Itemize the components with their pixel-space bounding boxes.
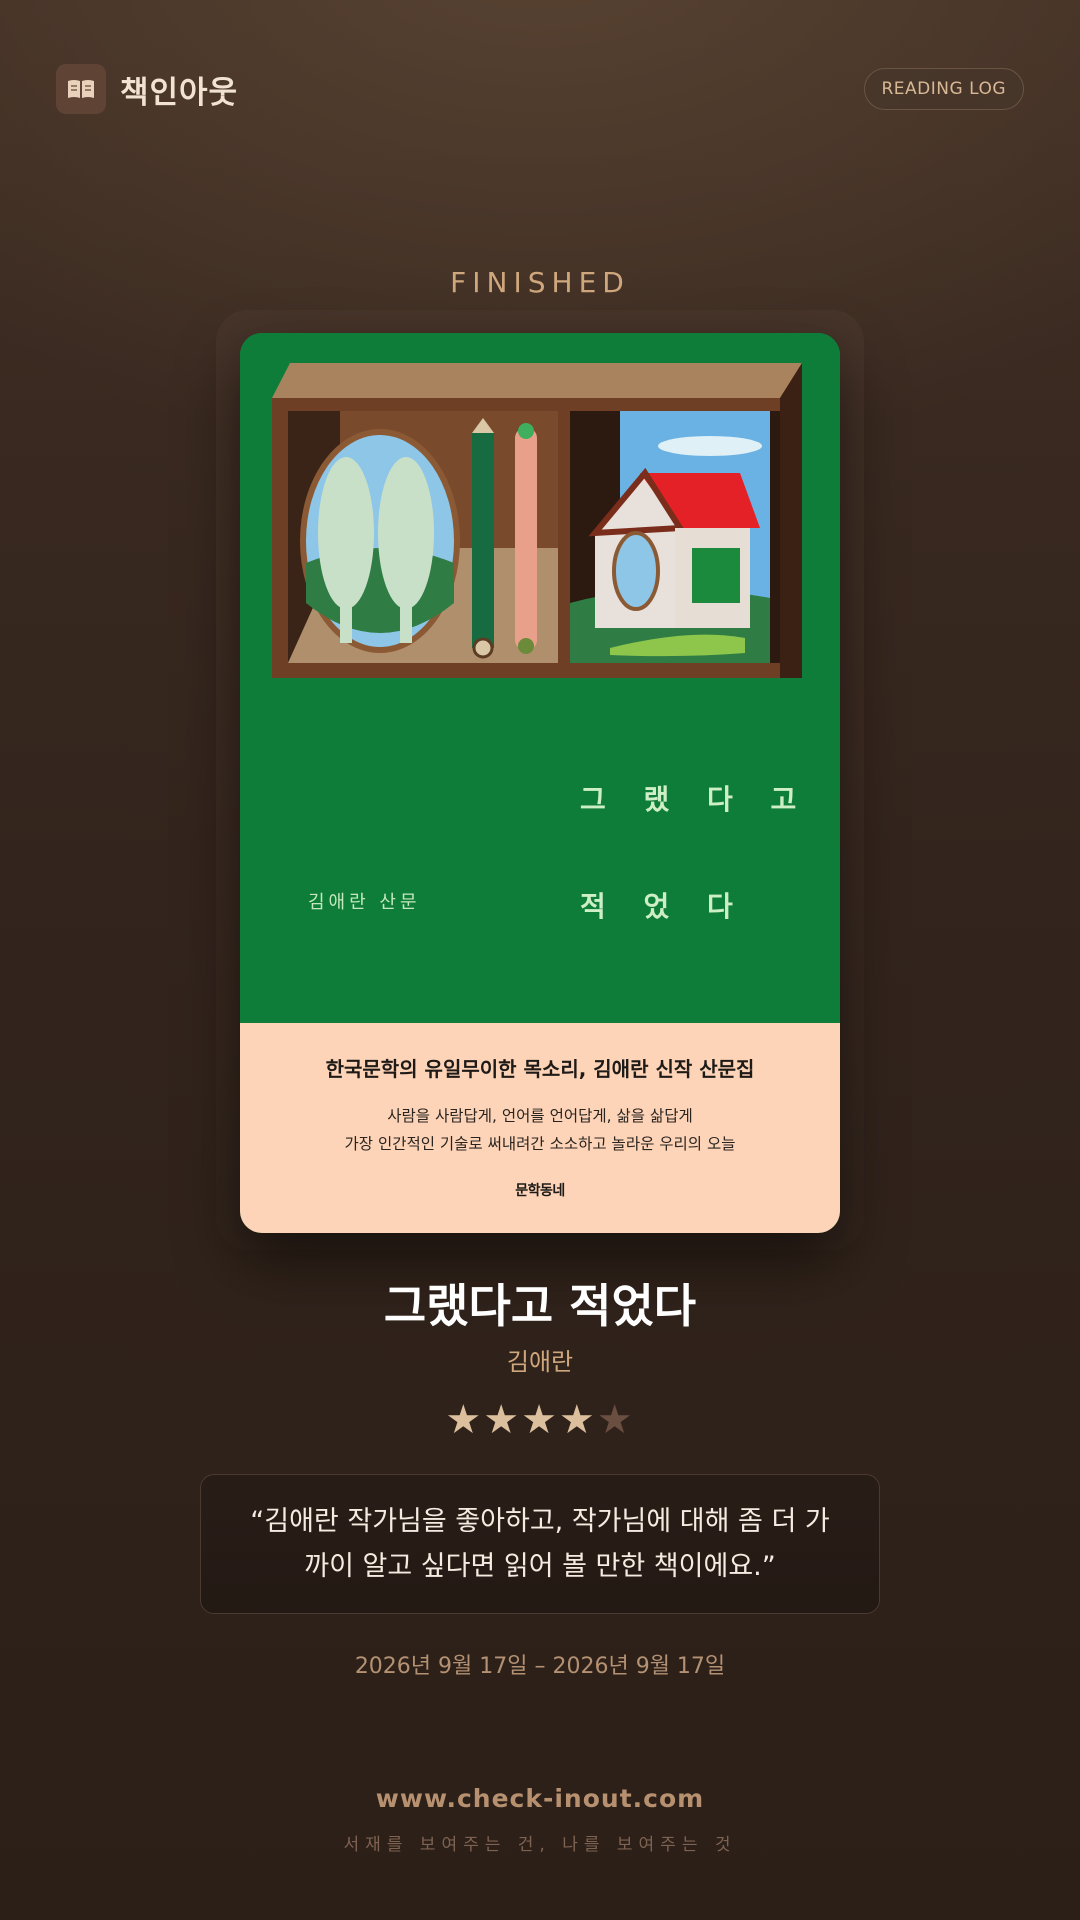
star-icon-filled: ★ xyxy=(483,1397,522,1443)
star-icon-empty: ★ xyxy=(596,1397,635,1443)
book-author: 김애란 xyxy=(506,1348,574,1376)
book-cover: 그 랬 다 고 적 었 다 김애란 산문 한국문학의 유일무이한 목소리, 김애… xyxy=(240,333,840,1233)
reading-dates: 2026년 9월 17일 – 2026년 9월 17일 xyxy=(354,1654,726,1679)
brand[interactable]: 책인아웃 xyxy=(56,64,238,114)
star-icon-filled: ★ xyxy=(445,1397,484,1443)
cover-band-subtext: 사람을 사람답게, 언어를 언어답게, 삶을 삶답게 가장 인간적인 기술로 써… xyxy=(240,1102,840,1158)
tagline: 서재를 보여주는 건, 나를 보여주는 것 xyxy=(343,1835,737,1855)
brand-name: 책인아웃 xyxy=(120,74,239,111)
book-title: 그랬다고 적었다 xyxy=(383,1279,697,1333)
publisher-logo: 문학동네 xyxy=(515,1183,565,1199)
review-quote: “김애란 작가님을 좋아하고, 작가님에 대해 좀 더 가까이 알고 싶다면 읽… xyxy=(250,1506,830,1582)
header: 책인아웃 READING LOG xyxy=(56,64,1024,114)
reading-log-button[interactable]: READING LOG xyxy=(863,68,1024,110)
star-icon-filled: ★ xyxy=(558,1397,597,1443)
cover-author-line: 김애란 산문 xyxy=(308,892,421,913)
star-rating: ★★★★★ xyxy=(0,1395,1080,1445)
site-url[interactable]: www.check-inout.com xyxy=(0,1784,1080,1813)
cover-title-line-1: 그 랬 다 고 xyxy=(580,783,811,816)
cover-band: 한국문학의 유일무이한 목소리, 김애란 신작 산문집 사람을 사람답게, 언어… xyxy=(240,1023,840,1233)
cover-band-line-1: 사람을 사람답게, 언어를 언어답게, 삶을 삶답게 xyxy=(387,1107,693,1125)
open-book-icon xyxy=(56,64,106,114)
cover-band-headline: 한국문학의 유일무이한 목소리, 김애란 신작 산문집 xyxy=(325,1057,755,1081)
status-label: FINISHED xyxy=(450,266,630,299)
cover-band-line-2: 가장 인간적인 기술로 써내려간 소소하고 놀라운 우리의 오늘 xyxy=(344,1135,736,1153)
star-icon-filled: ★ xyxy=(521,1397,559,1443)
cover-illustration xyxy=(240,333,840,1023)
cover-title-line-2: 적 었 다 xyxy=(580,890,747,923)
review-quote-box: “김애란 작가님을 좋아하고, 작가님에 대해 좀 더 가까이 알고 싶다면 읽… xyxy=(200,1474,880,1614)
